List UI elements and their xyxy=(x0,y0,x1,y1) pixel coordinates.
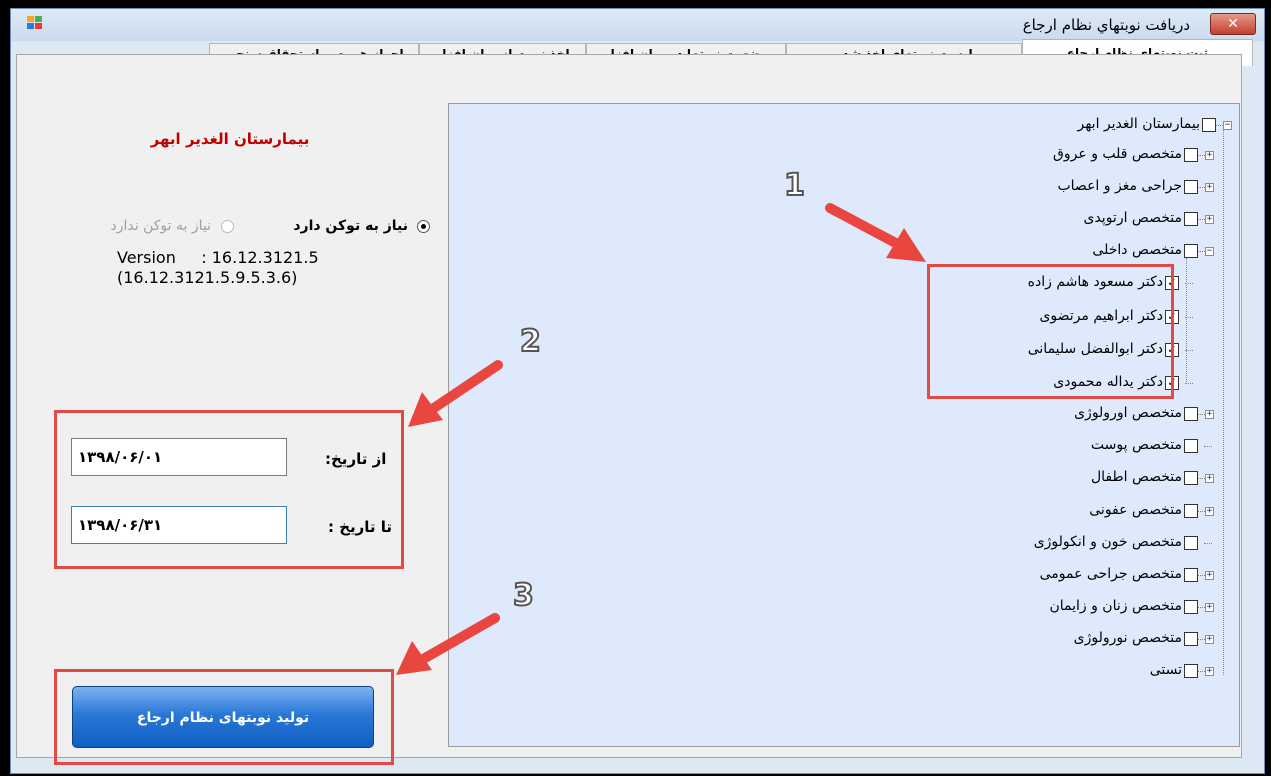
arrow-2 xyxy=(423,360,503,417)
callout-number-3: 3 xyxy=(512,577,535,614)
callout-number-1: 1 xyxy=(783,167,806,204)
arrow-3 xyxy=(413,613,500,667)
callout-arrows xyxy=(396,203,926,675)
arrow-1 xyxy=(825,203,910,253)
callout-number-2: 2 xyxy=(519,323,542,360)
